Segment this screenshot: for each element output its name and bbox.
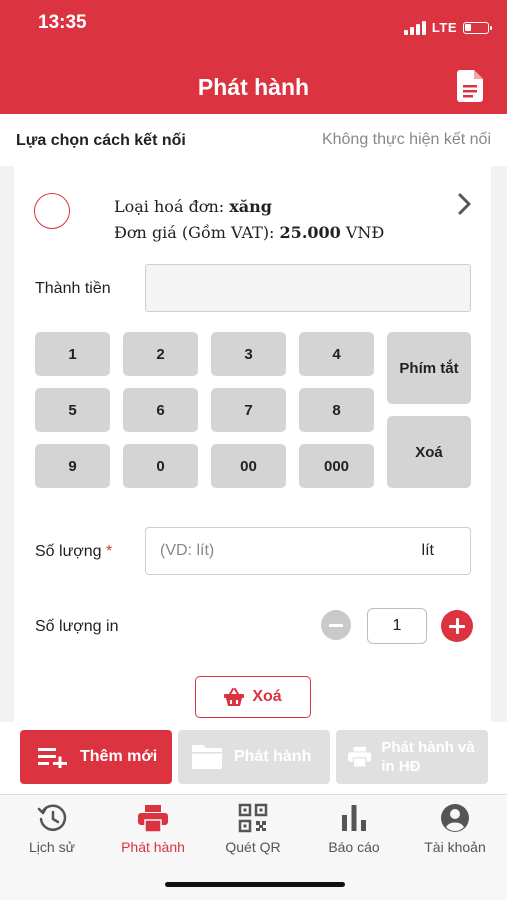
- unit-price-value: 25.000: [279, 223, 341, 242]
- tab-history-label: Lịch sử: [29, 839, 75, 855]
- network-label: LTE: [431, 20, 457, 35]
- clear-button-label: Xoá: [252, 688, 282, 705]
- battery-icon: [463, 21, 492, 34]
- key-9[interactable]: 9: [35, 444, 110, 488]
- add-new-label: Thêm mới: [80, 748, 158, 765]
- folder-icon: [192, 745, 222, 769]
- quantity-input[interactable]: (VD: lít) lít: [145, 527, 471, 575]
- invoice-card: Loại hoá đơn: xăng Đơn giá (Gồm VAT): 25…: [14, 166, 491, 726]
- status-indicators: LTE: [403, 20, 492, 35]
- issue-button[interactable]: Phát hành: [178, 730, 330, 784]
- issue-label: Phát hành: [234, 748, 312, 765]
- key-1[interactable]: 1: [35, 332, 110, 376]
- issue-print-label: Phát hành và in HĐ: [381, 739, 475, 775]
- tab-report-label: Báo cáo: [328, 839, 380, 855]
- action-bar: Thêm mới Phát hành Phát hành và in HĐ: [0, 722, 507, 794]
- basket-icon: [224, 688, 245, 706]
- connection-label: Lựa chọn cách kết nối: [16, 132, 186, 149]
- app-header: 13:35 LTE Phát hành: [0, 0, 507, 114]
- connection-bar[interactable]: Lựa chọn cách kết nối Không thực hiện kế…: [0, 114, 507, 166]
- print-quantity-label: Số lượng in: [35, 618, 119, 635]
- key-5[interactable]: 5: [35, 388, 110, 432]
- print-quantity-value[interactable]: 1: [367, 608, 427, 644]
- account-icon: [441, 804, 469, 832]
- minus-icon[interactable]: [321, 610, 351, 640]
- select-radio[interactable]: [34, 193, 70, 229]
- tab-issue-label: Phát hành: [121, 839, 185, 855]
- shortcut-key[interactable]: Phím tắt: [387, 332, 471, 404]
- key-00[interactable]: 00: [211, 444, 286, 488]
- tab-history[interactable]: Lịch sử: [2, 803, 102, 855]
- quantity-placeholder: (VD: lít): [160, 542, 215, 559]
- key-0[interactable]: 0: [123, 444, 198, 488]
- quantity-label-text: Số lượng: [35, 543, 102, 560]
- unit-price-currency: VNĐ: [345, 223, 385, 242]
- key-4[interactable]: 4: [299, 332, 374, 376]
- printer-icon: [348, 746, 372, 768]
- key-7[interactable]: 7: [211, 388, 286, 432]
- add-list-icon: [38, 748, 67, 768]
- printer-icon: [138, 805, 168, 833]
- plus-icon[interactable]: [441, 610, 473, 642]
- invoice-type-value: xăng: [229, 197, 272, 216]
- status-time: 13:35: [38, 12, 87, 33]
- amount-field[interactable]: [145, 264, 471, 312]
- clear-button[interactable]: Xoá: [195, 676, 311, 718]
- home-indicator: [165, 882, 345, 887]
- connection-status: Không thực hiện kết nối: [321, 131, 491, 148]
- tab-account-label: Tài khoản: [424, 839, 486, 855]
- key-8[interactable]: 8: [299, 388, 374, 432]
- page-title: Phát hành: [197, 74, 310, 100]
- add-new-button[interactable]: Thêm mới: [20, 730, 172, 784]
- required-mark: *: [106, 543, 113, 560]
- chevron-right-icon[interactable]: [457, 192, 473, 216]
- issue-print-button[interactable]: Phát hành và in HĐ: [336, 730, 488, 784]
- key-3[interactable]: 3: [211, 332, 286, 376]
- tab-qr-label: Quét QR: [225, 839, 281, 855]
- key-6[interactable]: 6: [123, 388, 198, 432]
- delete-key[interactable]: Xoá: [387, 416, 471, 488]
- tab-report[interactable]: Báo cáo: [304, 803, 404, 855]
- history-icon: [37, 804, 67, 831]
- tab-issue[interactable]: Phát hành: [103, 803, 203, 855]
- qr-icon: [238, 803, 268, 833]
- invoice-info: Loại hoá đơn: xăng Đơn giá (Gồm VAT): 25…: [114, 194, 384, 246]
- tab-qr[interactable]: Quét QR: [203, 803, 303, 855]
- document-icon[interactable]: [457, 70, 483, 102]
- unit-price-label: Đơn giá (Gồm VAT):: [114, 223, 275, 242]
- key-2[interactable]: 2: [123, 332, 198, 376]
- chart-icon: [342, 805, 366, 831]
- invoice-type-label: Loại hoá đơn:: [114, 197, 225, 216]
- key-000[interactable]: 000: [299, 444, 374, 488]
- amount-label: Thành tiền: [35, 280, 111, 297]
- quantity-unit: lít: [421, 542, 434, 559]
- signal-icon: [403, 20, 426, 35]
- tab-account[interactable]: Tài khoản: [405, 803, 505, 855]
- quantity-label: Số lượng *: [35, 543, 112, 561]
